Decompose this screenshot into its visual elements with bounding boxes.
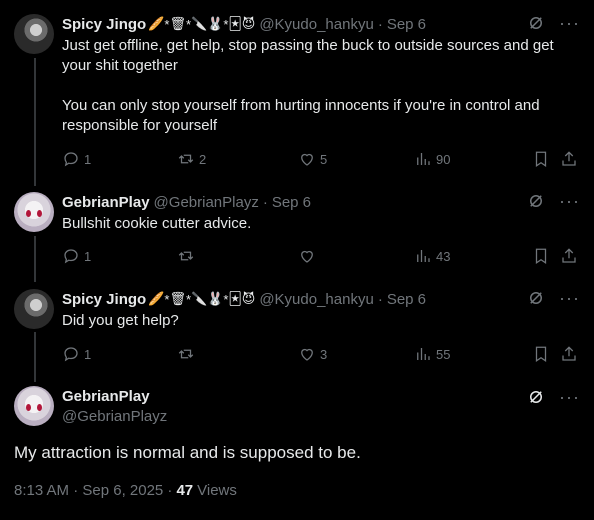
display-name[interactable]: Spicy Jingo bbox=[62, 291, 146, 308]
thread-connector bbox=[34, 236, 36, 282]
grok-icon[interactable] bbox=[527, 289, 545, 307]
separator: · bbox=[377, 15, 383, 33]
analytics-icon bbox=[417, 153, 430, 165]
views-label: Views bbox=[197, 482, 237, 499]
grok-icon[interactable] bbox=[527, 192, 545, 210]
grok-icon[interactable] bbox=[527, 14, 545, 32]
name-emoji-badges: 🥖 * 🗑 * 🔪 🐰 * 🃏 😈 bbox=[148, 16, 256, 32]
reply-button[interactable]: 1 bbox=[62, 246, 91, 266]
views-button[interactable]: 90 bbox=[414, 149, 450, 169]
views-button[interactable]: 43 bbox=[414, 246, 450, 266]
repost-icon bbox=[178, 154, 194, 164]
heart-icon bbox=[301, 153, 313, 166]
name-emoji-badges: 🥖 * 🗑 * 🔪 🐰 * 🃏 😈 bbox=[148, 291, 256, 307]
thread-connector bbox=[34, 58, 36, 186]
reply-icon bbox=[64, 347, 78, 362]
tweet-top-actions: ··· bbox=[527, 388, 580, 406]
bookmark-icon bbox=[535, 346, 547, 362]
reply-count: 1 bbox=[84, 346, 92, 362]
view-count: 55 bbox=[436, 346, 451, 362]
share-button[interactable] bbox=[560, 149, 578, 169]
share-button[interactable] bbox=[560, 344, 578, 364]
post-date[interactable]: Sep 6 bbox=[387, 16, 426, 33]
avatar[interactable] bbox=[14, 192, 54, 232]
tweet-text: Did you get help? bbox=[62, 312, 179, 329]
post-date[interactable]: Sep 6 bbox=[272, 194, 311, 211]
reply-count: 1 bbox=[84, 151, 92, 167]
display-name[interactable]: GebrianPlay bbox=[62, 388, 150, 405]
repost-icon bbox=[178, 251, 194, 261]
bookmark-icon bbox=[535, 248, 547, 264]
reply-button[interactable]: 1 bbox=[62, 344, 91, 364]
share-icon bbox=[562, 151, 576, 166]
like-button[interactable]: 5 bbox=[298, 149, 327, 169]
share-icon bbox=[562, 248, 576, 263]
bookmark-button[interactable] bbox=[532, 246, 550, 266]
user-handle[interactable]: @Kyudo_hankyu bbox=[259, 16, 373, 33]
tweet-top-actions: ··· bbox=[527, 192, 580, 210]
repost-icon bbox=[178, 349, 194, 359]
tweet-top-actions: ··· bbox=[527, 289, 580, 307]
more-options-icon[interactable]: ··· bbox=[559, 192, 580, 210]
tweet-actions: 1 43 bbox=[62, 246, 582, 266]
bookmark-button[interactable] bbox=[532, 149, 550, 169]
repost-button[interactable]: 2 bbox=[177, 149, 206, 169]
like-count: 5 bbox=[320, 151, 328, 167]
share-button[interactable] bbox=[560, 246, 578, 266]
tweet-text: Just get offline, get help, stop passing… bbox=[62, 37, 554, 134]
grok-icon[interactable] bbox=[527, 388, 545, 406]
reply-button[interactable]: 1 bbox=[62, 149, 91, 169]
display-name[interactable]: Spicy Jingo bbox=[62, 16, 146, 33]
like-button[interactable] bbox=[298, 246, 316, 266]
tweet-actions: 1 3 55 bbox=[62, 344, 582, 364]
avatar[interactable] bbox=[14, 14, 54, 54]
more-options-icon[interactable]: ··· bbox=[559, 388, 580, 406]
tweet-text: My attraction is normal and is supposed … bbox=[14, 443, 361, 462]
more-options-icon[interactable]: ··· bbox=[559, 14, 580, 32]
tweet-header: GebrianPlay @GebrianPlayz · Sep 6 bbox=[62, 192, 311, 212]
separator: · bbox=[262, 193, 268, 211]
analytics-icon bbox=[417, 250, 430, 262]
tweet-text: Bullshit cookie cutter advice. bbox=[62, 215, 252, 232]
tweet-meta: 8:13 AM · Sep 6, 2025 · 47 Views bbox=[14, 482, 237, 499]
user-handle[interactable]: @GebrianPlayz bbox=[62, 408, 167, 425]
display-name[interactable]: GebrianPlay bbox=[62, 194, 150, 211]
repost-button[interactable] bbox=[177, 246, 195, 266]
repost-count: 2 bbox=[199, 151, 207, 167]
thread-connector bbox=[34, 332, 36, 382]
avatar[interactable] bbox=[14, 289, 54, 329]
separator: · bbox=[377, 290, 383, 308]
view-count: 43 bbox=[436, 248, 451, 264]
like-button[interactable]: 3 bbox=[298, 344, 327, 364]
avatar[interactable] bbox=[14, 386, 54, 426]
reply-icon bbox=[64, 152, 78, 167]
tweet-top-actions: ··· bbox=[527, 14, 580, 32]
tweet-header: Spicy Jingo 🥖 * 🗑 * 🔪 🐰 * 🃏 😈 @Kyudo_hankyu · Se… bbox=[62, 289, 426, 309]
views-button[interactable]: 55 bbox=[414, 344, 450, 364]
view-count: 90 bbox=[436, 151, 451, 167]
reply-icon bbox=[64, 249, 78, 264]
user-handle[interactable]: @GebrianPlayz bbox=[154, 194, 259, 211]
post-timestamp[interactable]: 8:13 AM · Sep 6, 2025 · bbox=[14, 482, 172, 499]
share-icon bbox=[562, 346, 576, 361]
reply-count: 1 bbox=[84, 248, 92, 264]
like-count: 3 bbox=[320, 346, 328, 362]
repost-button[interactable] bbox=[177, 344, 195, 364]
tweet-actions: 1 2 5 90 bbox=[62, 149, 582, 169]
tweet-header: Spicy Jingo 🥖 * 🗑 * 🔪 🐰 * 🃏 😈 @Kyudo_hankyu · Se… bbox=[62, 14, 426, 34]
view-count: 47 bbox=[176, 482, 194, 499]
main-tweet: GebrianPlay @GebrianPlayz ··· My attract… bbox=[0, 386, 594, 520]
analytics-icon bbox=[417, 348, 430, 360]
post-date[interactable]: Sep 6 bbox=[387, 291, 426, 308]
heart-icon bbox=[301, 250, 313, 263]
user-handle[interactable]: @Kyudo_hankyu bbox=[259, 291, 373, 308]
bookmark-button[interactable] bbox=[532, 344, 550, 364]
heart-icon bbox=[301, 348, 313, 361]
bookmark-icon bbox=[535, 151, 547, 167]
more-options-icon[interactable]: ··· bbox=[559, 289, 580, 307]
